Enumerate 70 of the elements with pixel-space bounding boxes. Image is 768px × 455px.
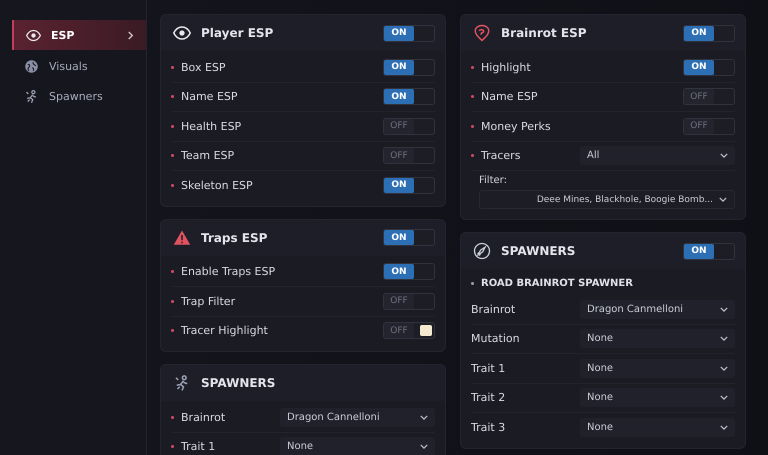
option-label: Health ESP (181, 120, 242, 133)
caret-icon (720, 395, 728, 400)
chevron-icon (127, 30, 134, 40)
caret-icon (420, 414, 428, 420)
toggle-switch[interactable]: OFF (383, 322, 435, 340)
caret-icon (720, 153, 728, 158)
sidebar-item[interactable]: ESP (12, 20, 146, 50)
dropdown[interactable]: None (580, 418, 735, 437)
option-label: Brainrot (471, 302, 516, 316)
option-label: Trait 1 (181, 440, 216, 454)
dropdown[interactable]: Deee Mines, Blackhole, Boogie Bomb... (479, 190, 735, 209)
card-title: Traps ESP (201, 230, 268, 244)
option-label: Tracers (481, 149, 522, 162)
option-label: Tracer Highlight (181, 324, 269, 338)
toggle-switch[interactable]: OFF (683, 88, 735, 106)
section-heading: ROAD BRAINROT SPAWNER (481, 278, 633, 288)
toggle-switch[interactable]: ON (383, 176, 435, 194)
dropdown[interactable]: None (580, 388, 735, 408)
color-swatch[interactable] (420, 325, 432, 336)
dropdown[interactable]: None (580, 358, 735, 378)
option-label: Highlight (481, 60, 532, 74)
warning-icon (173, 228, 191, 246)
dropdown[interactable]: None (280, 437, 435, 455)
dropdown[interactable]: All (580, 146, 735, 166)
toggle-switch[interactable]: ON (383, 263, 435, 280)
toggle-switch[interactable]: OFF (683, 118, 735, 135)
option-label: Skeleton ESP (181, 178, 254, 192)
caret-icon (420, 444, 428, 450)
dropdown[interactable]: Dragon Canmelloni (580, 300, 735, 319)
dropdown[interactable]: Dragon Cannelloni (280, 408, 435, 427)
option-label: Brainrot (181, 410, 226, 424)
toggle-switch[interactable]: ON (383, 88, 435, 106)
sidebar-item[interactable]: Visuals (12, 52, 146, 80)
card-title: SPAWNERS (201, 376, 276, 390)
option-label: Team ESP (181, 149, 236, 162)
option-label: Trait 3 (471, 420, 506, 434)
figure-icon (24, 88, 39, 104)
caret-icon (720, 306, 728, 312)
toggle-switch[interactable]: ON (683, 242, 735, 260)
toggle-switch[interactable]: ON (383, 24, 435, 42)
caret-icon (720, 336, 728, 342)
option-label: Trait 2 (471, 391, 506, 404)
caret-icon (720, 424, 728, 430)
dropdown[interactable]: None (580, 329, 735, 348)
card-title: Brainrot ESP (501, 26, 588, 40)
caret-icon (720, 366, 728, 371)
option-label: Money Perks (481, 120, 552, 133)
globe-icon (24, 58, 39, 74)
toggle-switch[interactable]: OFF (383, 118, 435, 135)
option-label: Trait 1 (471, 362, 506, 375)
option-label: Name ESP (481, 90, 539, 104)
card-title: SPAWNERS (501, 244, 576, 258)
toggle-switch[interactable]: OFF (383, 292, 435, 310)
caret-icon (719, 197, 727, 202)
sidebar-item[interactable]: Spawners (12, 82, 146, 110)
card-title: Player ESP (201, 26, 274, 40)
filter-label: Filter: (479, 175, 508, 186)
eye-icon (26, 28, 41, 42)
option-label: Enable Traps ESP (181, 265, 276, 278)
toggle-switch[interactable]: ON (683, 58, 735, 76)
toggle-switch[interactable]: ON (383, 58, 435, 76)
eye-icon (173, 24, 191, 42)
option-label: Mutation (471, 332, 521, 346)
toggle-switch[interactable]: ON (683, 24, 735, 42)
toggle-switch[interactable]: ON (383, 229, 435, 246)
option-label: Box ESP (181, 60, 227, 74)
option-label: Name ESP (181, 90, 239, 104)
option-label: Trap Filter (181, 294, 236, 308)
toggle-switch[interactable]: OFF (383, 147, 435, 164)
brain-pin-icon (473, 24, 491, 42)
